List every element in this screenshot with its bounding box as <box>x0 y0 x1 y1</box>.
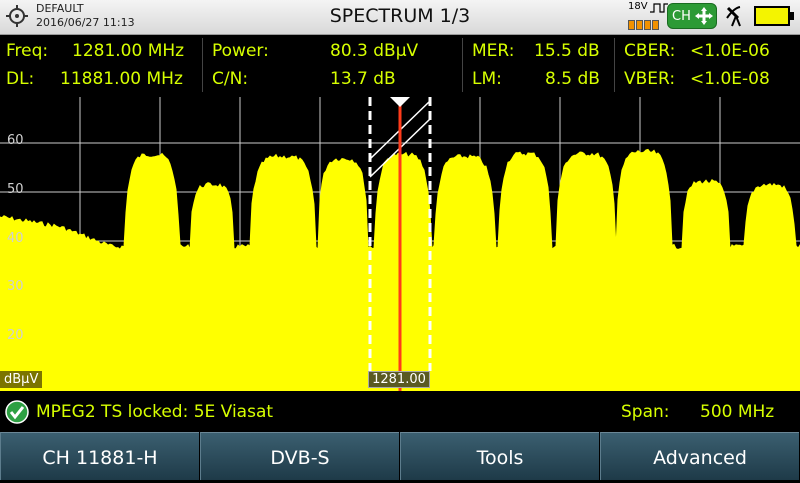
pulse-icon <box>650 3 668 13</box>
check-circle-icon <box>5 400 29 424</box>
marker-triangle-icon[interactable] <box>390 97 410 107</box>
y-tick-50: 50 <box>7 182 24 197</box>
divider <box>462 38 463 92</box>
advanced-button[interactable]: Advanced <box>600 432 799 480</box>
cber-value: <1.0E-06 <box>690 41 770 61</box>
channel-button[interactable]: CH 11881-H <box>0 432 199 480</box>
lm-value: 8.5 dB <box>545 69 600 89</box>
cber-label: CBER: <box>624 41 676 61</box>
ch-button[interactable]: CH <box>667 3 717 29</box>
dl-value: 11881.00 MHz <box>60 69 183 89</box>
softkey-bar: CH 11881-H DVB-S Tools Advanced <box>0 432 800 480</box>
y-tick-40: 40 <box>7 231 24 246</box>
spectrum-canvas <box>0 97 800 391</box>
standard-button[interactable]: DVB-S <box>200 432 399 480</box>
marker-frequency-label: 1281.00 <box>368 371 430 388</box>
power-value: 80.3 dBµV <box>330 41 419 61</box>
move-arrows-icon <box>695 7 713 25</box>
ch-button-label: CH <box>672 9 691 24</box>
freq-label: Freq: <box>6 41 49 61</box>
dl-label: DL: <box>6 69 35 89</box>
y-tick-20: 20 <box>7 328 24 343</box>
unit-label: dBµV <box>0 371 43 388</box>
y-tick-60: 60 <box>7 133 24 148</box>
battery-icon <box>754 6 794 26</box>
measurement-panel: Freq: 1281.00 MHz DL: 11881.00 MHz Power… <box>0 35 800 97</box>
cn-value: 13.7 dB <box>330 69 396 89</box>
tools-button[interactable]: Tools <box>400 432 599 480</box>
vber-label: VBER: <box>624 69 676 89</box>
span-label: Span: <box>621 402 670 422</box>
mer-value: 15.5 dB <box>534 41 600 61</box>
freq-value: 1281.00 MHz <box>72 41 185 61</box>
lock-status: MPEG2 TS locked: 5E Viasat <box>36 402 274 422</box>
span-value[interactable]: 500 MHz <box>700 402 774 422</box>
top-bar: DEFAULT 2016/06/27 11:13 SPECTRUM 1/3 18… <box>0 0 800 35</box>
y-tick-30: 30 <box>7 279 24 294</box>
cn-label: C/N: <box>212 69 249 89</box>
satellite-icon <box>726 6 741 27</box>
divider <box>614 38 615 92</box>
lm-label: LM: <box>472 69 502 89</box>
lnb-voltage: 18V <box>628 1 648 12</box>
power-label: Power: <box>212 41 269 61</box>
divider <box>202 38 203 92</box>
signal-level-indicator <box>628 15 664 30</box>
mer-label: MER: <box>472 41 515 61</box>
status-bar: MPEG2 TS locked: 5E Viasat Span: 500 MHz <box>0 393 800 431</box>
vber-value: <1.0E-08 <box>690 69 770 89</box>
spectrum-plot[interactable]: 60 50 40 30 20 dBµV 1281.00 <box>0 97 800 391</box>
